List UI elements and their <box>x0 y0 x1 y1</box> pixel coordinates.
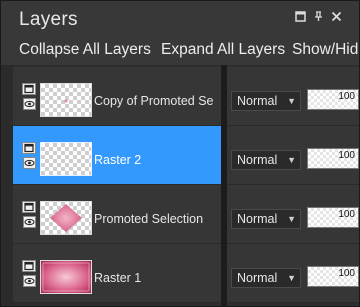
eye-icon[interactable] <box>23 157 36 169</box>
opacity-value: 100 <box>338 268 355 279</box>
layer-name: Promoted Selection <box>94 212 204 226</box>
blend-mode-dropdown[interactable]: Normal ▼ <box>231 150 301 170</box>
pin-icon[interactable] <box>313 11 324 24</box>
layer-row[interactable]: Promoted Selection Normal ▼ 100 <box>13 185 359 244</box>
opacity-slider[interactable]: 100 <box>307 207 359 228</box>
opacity-value: 100 <box>338 150 355 161</box>
layer-thumbnail <box>40 83 92 117</box>
column-splitter[interactable] <box>221 65 227 306</box>
layer-row[interactable]: Raster 1 Normal ▼ 100 <box>13 244 359 303</box>
layer-name: Copy of Promoted Se <box>94 94 214 108</box>
layer-list[interactable]: Copy of Promoted Se Normal ▼ 100 Raster … <box>1 65 359 306</box>
layer-row[interactable]: Raster 2 Normal ▼ 100 <box>13 126 359 185</box>
layers-panel: Layers Collapse All Layers Expand All La… <box>0 0 360 307</box>
layer-row-main[interactable]: Raster 1 <box>13 244 221 303</box>
expand-all-layers-button[interactable]: Expand All Layers <box>161 41 285 59</box>
eye-icon[interactable] <box>23 275 36 287</box>
opacity-slider[interactable]: 100 <box>307 266 359 287</box>
layer-row-main[interactable]: Raster 2 <box>13 126 221 185</box>
layer-visibility-icon[interactable] <box>22 260 36 272</box>
layer-visibility-icon[interactable] <box>22 201 36 213</box>
layer-properties: Normal ▼ 100 <box>227 67 359 126</box>
panel-titlebar[interactable]: Layers <box>1 1 359 35</box>
blend-mode-value: Normal <box>237 271 278 285</box>
layer-thumbnail <box>40 142 92 176</box>
layer-row[interactable]: Copy of Promoted Se Normal ▼ 100 <box>13 67 359 126</box>
layer-thumbnail <box>40 201 92 235</box>
layers-toolbar: Collapse All Layers Expand All Layers Sh… <box>1 35 359 65</box>
collapse-all-layers-button[interactable]: Collapse All Layers <box>19 41 151 59</box>
layer-visibility-icon[interactable] <box>22 83 36 95</box>
blend-mode-value: Normal <box>237 212 278 226</box>
eye-icon[interactable] <box>23 98 36 110</box>
layer-visibility-icon[interactable] <box>22 142 36 154</box>
eye-icon[interactable] <box>23 216 36 228</box>
layer-name: Raster 1 <box>94 271 142 285</box>
layer-properties: Normal ▼ 100 <box>227 244 359 303</box>
panel-title: Layers <box>19 9 78 30</box>
chevron-down-icon: ▼ <box>287 96 296 106</box>
blend-mode-dropdown[interactable]: Normal ▼ <box>231 209 301 229</box>
show-hide-button[interactable]: Show/Hid <box>292 41 358 59</box>
opacity-slider[interactable]: 100 <box>307 148 359 169</box>
close-icon[interactable] <box>331 11 342 24</box>
blend-mode-value: Normal <box>237 94 278 108</box>
opacity-value: 100 <box>338 209 355 220</box>
opacity-value: 100 <box>338 91 355 102</box>
opacity-slider[interactable]: 100 <box>307 89 359 110</box>
layer-properties: Normal ▼ 100 <box>227 126 359 185</box>
layer-thumbnail <box>40 260 92 294</box>
chevron-down-icon: ▼ <box>287 273 296 283</box>
chevron-down-icon: ▼ <box>287 155 296 165</box>
maximize-icon[interactable] <box>295 11 306 24</box>
blend-mode-value: Normal <box>237 153 278 167</box>
layer-name: Raster 2 <box>94 153 142 167</box>
layer-row-main[interactable]: Copy of Promoted Se <box>13 67 221 126</box>
layer-properties: Normal ▼ 100 <box>227 185 359 244</box>
layer-row-main[interactable]: Promoted Selection <box>13 185 221 244</box>
blend-mode-dropdown[interactable]: Normal ▼ <box>231 268 301 288</box>
chevron-down-icon: ▼ <box>287 214 296 224</box>
blend-mode-dropdown[interactable]: Normal ▼ <box>231 91 301 111</box>
